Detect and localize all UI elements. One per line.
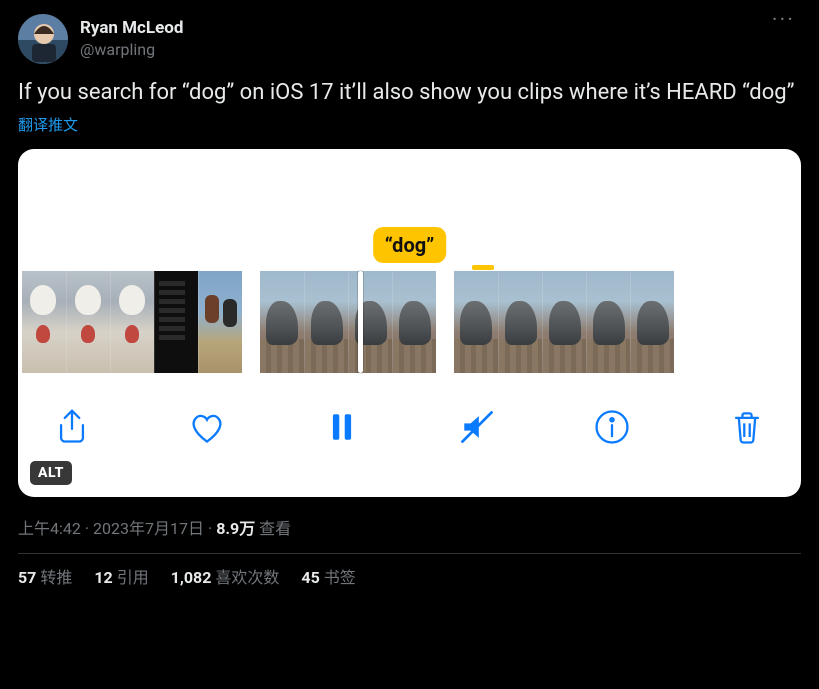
retweets[interactable]: 57转推 [18,564,72,588]
quotes-label: 引用 [117,568,149,587]
info-button[interactable] [592,407,632,447]
pause-icon [322,407,362,447]
filmstrip-wrap [18,271,801,373]
meta-views-count[interactable]: 8.9万 [216,519,255,538]
clip-frame [110,271,154,373]
media-toolbar [18,373,801,481]
clip-frame [66,271,110,373]
clip-frame [348,271,392,373]
engagement-row: 57转推 12 引用 1,082喜欢次数 45 书签 [18,564,801,588]
heart-icon [187,407,227,447]
playhead[interactable] [358,271,363,373]
clip-group[interactable] [22,271,242,373]
clip-frame [260,271,304,373]
tweet-header: Ryan McLeod @warpling ··· [18,14,801,64]
trash-icon [727,407,767,447]
mute-button[interactable] [457,407,497,447]
avatar-image [18,14,68,64]
bookmarks[interactable]: 45 书签 [301,564,355,588]
share-button[interactable] [52,407,92,447]
meta-date[interactable]: 2023年7月17日 [93,519,204,538]
quotes[interactable]: 12 引用 [94,564,148,588]
display-name[interactable]: Ryan McLeod [80,18,183,39]
info-icon [592,407,632,447]
clip-frame [630,271,674,373]
likes[interactable]: 1,082喜欢次数 [171,564,280,588]
media-whitespace: “dog” [18,149,801,267]
like-button[interactable] [187,407,227,447]
bookmarks-label: 书签 [324,568,356,587]
clip-group[interactable] [454,271,674,373]
author-names: Ryan McLeod @warpling [80,18,183,59]
tweet-text: If you search for “dog” on iOS 17 it’ll … [18,78,801,108]
clip-frame [586,271,630,373]
handle[interactable]: @warpling [80,40,183,60]
meta-time[interactable]: 上午4:42 [18,519,81,538]
more-icon: ··· [772,8,795,33]
clip-frame [198,271,242,373]
embedded-media[interactable]: “dog” [18,149,801,497]
translate-link[interactable]: 翻译推文 [18,114,801,135]
share-icon [52,407,92,447]
avatar[interactable] [18,14,68,64]
pause-button[interactable] [322,407,362,447]
likes-count: 1,082 [171,568,212,587]
clip-group[interactable] [260,271,436,373]
bookmarks-count: 45 [301,568,319,587]
quotes-count: 12 [94,568,112,587]
clip-frame [304,271,348,373]
mute-icon [457,407,497,447]
alt-badge[interactable]: ALT [30,461,72,485]
clip-frame [392,271,436,373]
trash-button[interactable] [727,407,767,447]
clip-frame [454,271,498,373]
tweet-meta: 上午4:42·2023年7月17日·8.9万 查看 [18,515,801,539]
clip-frame [542,271,586,373]
clip-frame [22,271,66,373]
more-button[interactable]: ··· [766,14,801,28]
author-block[interactable]: Ryan McLeod @warpling [18,14,183,64]
clip-frame [154,271,198,373]
likes-label: 喜欢次数 [215,568,279,587]
clip-frame [498,271,542,373]
filmstrip[interactable] [18,271,801,373]
tweet: Ryan McLeod @warpling ··· If you search … [0,0,819,596]
caption-tick [472,265,494,270]
retweets-count: 57 [18,568,36,587]
meta-views-label: 查看 [259,519,291,538]
caption-tag: “dog” [373,227,447,263]
retweets-label: 转推 [40,568,72,587]
divider [18,553,801,554]
